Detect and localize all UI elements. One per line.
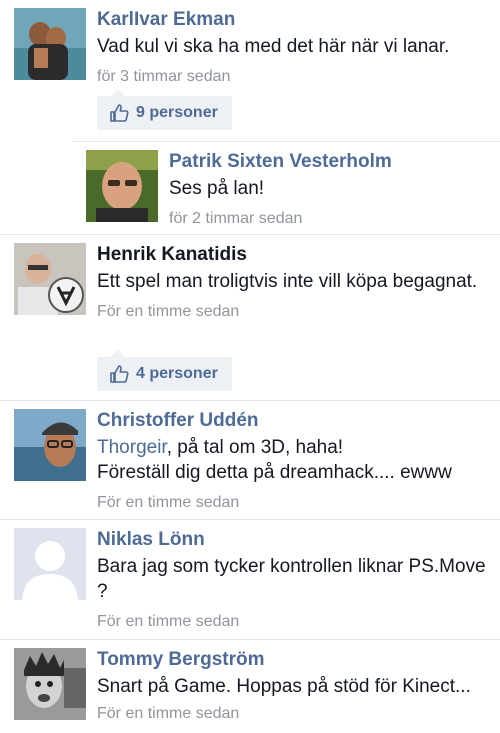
author-name[interactable]: KarlIvar Ekman [97,8,492,32]
comment-feed: KarlIvar Ekman Vad kul vi ska ha med det… [0,0,500,732]
user-photo-icon [14,648,86,720]
thumbs-up-icon [109,364,129,384]
author-name[interactable]: Tommy Bergström [97,648,492,672]
likes-button[interactable]: 4 personer [97,350,232,391]
user-photo-icon [86,150,158,222]
likes-count: 9 personer [136,104,218,121]
author-name[interactable]: Patrik Sixten Vesterholm [169,150,492,174]
comment-text: Snart på Game. Hoppas på stöd för Kinect… [97,676,471,697]
likes-button[interactable]: 9 personer [97,89,232,130]
default-avatar-icon [14,528,86,600]
timestamp[interactable]: För en timme sedan [97,302,492,322]
user-photo-icon [14,243,86,315]
comment-text: Thorgeir, på tal om 3D, haha! Föreställ d… [97,435,492,485]
comment-body: Tommy Bergström Snart på Game. Hoppas på… [97,648,492,724]
timestamp[interactable]: För en timme sedan [97,704,492,724]
comment-body: KarlIvar Ekman Vad kul vi ska ha med det… [97,8,492,87]
thumbs-up-icon [109,103,129,123]
timestamp[interactable]: För en timme sedan [97,612,492,632]
author-name[interactable]: Henrik Kanatidis [97,243,492,267]
comment-body: Patrik Sixten Vesterholm Ses på lan! för… [169,150,492,229]
comment-text-line2: Föreställ dig detta på dreamhack.... eww… [97,462,452,483]
comment-text: Bara jag som tycker kontrollen liknar PS… [97,556,486,602]
user-photo-icon [14,409,86,481]
comment-item: Tommy Bergström Snart på Game. Hoppas på… [0,639,500,733]
avatar[interactable] [14,8,86,80]
comment-text: Ses på lan! [169,178,265,199]
comment-item: Henrik Kanatidis Ett spel man troligtvis… [0,234,500,401]
author-name[interactable]: Christoffer Uddén [97,409,492,433]
avatar[interactable] [14,648,86,720]
author-name[interactable]: Niklas Lönn [97,528,492,552]
avatar[interactable] [14,528,86,600]
comment-text-part: , på tal om 3D, haha! [166,437,344,458]
avatar[interactable] [14,243,86,315]
comment-item: Niklas Lönn Bara jag som tycker kontroll… [0,519,500,640]
comment-text: Vad kul vi ska ha med det här när vi lan… [97,36,450,57]
likes-count: 4 personer [136,365,218,382]
comment-item: Christoffer Uddén Thorgeir, på tal om 3D… [0,400,500,520]
comment-text: Ett spel man troligtvis inte vill köpa b… [97,271,478,292]
timestamp[interactable]: för 3 timmar sedan [97,67,492,87]
avatar[interactable] [14,409,86,481]
timestamp[interactable]: För en timme sedan [97,493,492,513]
mention-link[interactable]: Thorgeir [97,437,167,458]
timestamp[interactable]: för 2 timmar sedan [169,209,492,229]
comment-item: KarlIvar Ekman Vad kul vi ska ha med det… [0,0,500,141]
comment-body: Christoffer Uddén Thorgeir, på tal om 3D… [97,409,492,513]
user-photo-icon [14,8,86,80]
comment-body: Henrik Kanatidis Ett spel man troligtvis… [97,243,492,322]
comment-body: Niklas Lönn Bara jag som tycker kontroll… [97,528,492,632]
avatar[interactable] [86,150,158,222]
reply-item: Patrik Sixten Vesterholm Ses på lan! för… [72,141,500,235]
